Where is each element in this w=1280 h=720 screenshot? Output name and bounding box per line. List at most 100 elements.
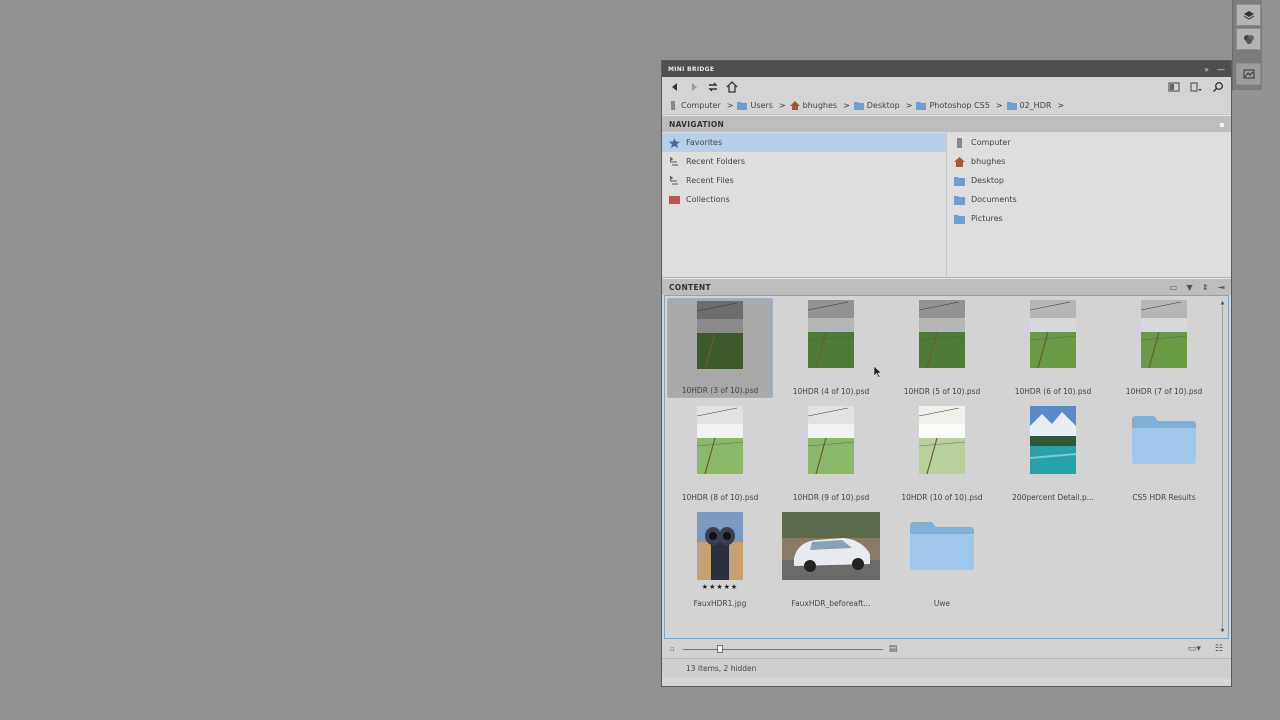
- breadcrumb-desktop[interactable]: Desktop >: [853, 100, 912, 110]
- rating-dots[interactable]: · · · · ·: [668, 372, 772, 380]
- folder-icon: [853, 101, 864, 110]
- tools-menu-icon[interactable]: [1189, 80, 1203, 94]
- breadcrumb-label: bhughes: [802, 100, 838, 110]
- thumbnail-item[interactable]: 200percent Detail.p...: [1000, 404, 1106, 504]
- breadcrumb-bhughes[interactable]: bhughes >: [789, 100, 850, 110]
- nav-item-label: Recent Files: [686, 176, 734, 185]
- status-text: 13 items, 2 hidden: [686, 664, 757, 673]
- view-mode-icon[interactable]: ▭▾: [1188, 644, 1201, 654]
- thumbnail-label: CS5 HDR Results: [1132, 493, 1196, 502]
- folder-icon: [916, 101, 927, 110]
- breadcrumb-computer[interactable]: Computer >: [668, 100, 733, 110]
- close-icon[interactable]: —: [1217, 65, 1225, 74]
- nav-item-label: Desktop: [971, 176, 1004, 185]
- thumbnail-item[interactable]: 10HDR (8 of 10).psd: [667, 404, 773, 504]
- navigation-pane: Favorites Recent Folders Recent Files Colle…: [662, 132, 1231, 278]
- navigation-left-column: Favorites Recent Folders Recent Files Colle…: [662, 132, 947, 277]
- sync-icon[interactable]: [706, 80, 720, 94]
- thumbnail-item[interactable]: 10HDR (10 of 10).psd: [889, 404, 995, 504]
- thumbnail-label: 10HDR (6 of 10).psd: [1014, 387, 1092, 396]
- mini-bridge-icon[interactable]: [1236, 63, 1261, 85]
- content-heading: CONTENT: [669, 282, 711, 292]
- thumbnail-item[interactable]: 10HDR (4 of 10).psd: [778, 298, 884, 398]
- thumbnail-label: Uwe: [933, 599, 951, 608]
- zoom-out-icon[interactable]: ▫: [670, 645, 675, 653]
- scroll-down-icon[interactable]: ▼: [1219, 628, 1226, 634]
- content-pane: · · · · · 10HDR (3 of 10).psd 10HDR (4 of…: [664, 295, 1229, 639]
- content-header: CONTENT ▭ ▼ ⇕ ⇥: [662, 278, 1231, 295]
- thumbnail-item[interactable]: FauxHDR_beforeaft...: [778, 510, 884, 610]
- collection-icon: [669, 195, 680, 204]
- sort-icon[interactable]: ▭: [1170, 283, 1178, 292]
- folder-icon: [1006, 101, 1017, 110]
- breadcrumb-hdr[interactable]: 02_HDR >: [1006, 101, 1064, 110]
- nav-item-pictures[interactable]: Pictures: [947, 209, 1231, 228]
- navigation-right-column: Computer bhughes Desktop Documents Pictures: [947, 132, 1231, 277]
- thumbnail-label: 10HDR (4 of 10).psd: [792, 387, 870, 396]
- mini-bridge-panel: MINI BRIDGE » — Computer > Users > bhughes…: [661, 60, 1232, 687]
- thumbnail-label: FauxHDR1.jpg: [693, 599, 747, 608]
- folder-icon: [908, 520, 976, 576]
- thumbnail-image: [696, 301, 744, 373]
- nav-item-label: Pictures: [971, 214, 1003, 223]
- nav-item-bhughes[interactable]: bhughes: [947, 152, 1231, 171]
- collapse-section-icon[interactable]: ▪: [1219, 120, 1225, 129]
- zoom-in-icon[interactable]: ▤: [889, 644, 898, 654]
- nav-item-recent-folders[interactable]: Recent Folders: [662, 152, 946, 171]
- thumbnail-image: [1029, 300, 1077, 372]
- thumbnail-label: FauxHDR_beforeaft...: [791, 599, 871, 608]
- rating-stars[interactable]: ★★★★★: [667, 583, 773, 591]
- thumbnail-image: [807, 300, 855, 372]
- filter-icon[interactable]: ▼: [1187, 283, 1193, 292]
- thumbnail-size-slider[interactable]: [682, 644, 883, 653]
- nav-item-recent-files[interactable]: Recent Files: [662, 171, 946, 190]
- nav-item-label: Recent Folders: [686, 157, 746, 166]
- thumbnail-item[interactable]: ★★★★★ FauxHDR1.jpg: [667, 510, 773, 610]
- thumbnail-label: 200percent Detail.p...: [1012, 493, 1094, 502]
- computer-icon: [957, 137, 962, 148]
- thumbnail-item[interactable]: 10HDR (7 of 10).psd: [1111, 298, 1217, 398]
- computer-icon: [671, 100, 675, 110]
- channels-icon[interactable]: [1236, 28, 1261, 50]
- panel-view-icon[interactable]: [1167, 80, 1181, 94]
- breadcrumb-label: Desktop: [866, 100, 900, 110]
- thumbnail-image: [918, 300, 966, 372]
- thumbnail-item[interactable]: 10HDR (5 of 10).psd: [889, 298, 995, 398]
- tools-icon[interactable]: ⇥: [1218, 283, 1225, 292]
- nav-item-documents[interactable]: Documents: [947, 190, 1231, 209]
- panel-toolbar: [662, 77, 1231, 96]
- breadcrumb-label: Photoshop CS5: [929, 100, 990, 110]
- vertical-scrollbar[interactable]: ▲ ▼: [1219, 300, 1226, 634]
- search-icon[interactable]: [1211, 80, 1225, 94]
- thumbnail-item[interactable]: · · · · · 10HDR (3 of 10).psd: [667, 298, 773, 398]
- forward-arrow-icon[interactable]: [687, 80, 701, 94]
- nav-item-desktop[interactable]: Desktop: [947, 171, 1231, 190]
- recent-icon: [669, 156, 678, 165]
- navigation-heading: NAVIGATION: [669, 119, 725, 129]
- thumbnail-label: 10HDR (5 of 10).psd: [903, 387, 981, 396]
- thumbnail-item[interactable]: 10HDR (9 of 10).psd: [778, 404, 884, 504]
- nav-item-computer[interactable]: Computer: [947, 133, 1231, 152]
- folder-icon: [737, 101, 748, 110]
- folder-item[interactable]: Uwe: [889, 510, 995, 610]
- thumbnail-item[interactable]: 10HDR (6 of 10).psd: [1000, 298, 1106, 398]
- back-arrow-icon[interactable]: [668, 80, 682, 94]
- breadcrumb-users[interactable]: Users >: [737, 100, 786, 110]
- nav-item-collections[interactable]: Collections: [662, 190, 946, 209]
- thumbnail-label: 10HDR (9 of 10).psd: [792, 493, 870, 502]
- thumbnail-image: [782, 512, 880, 584]
- layers-icon[interactable]: [1236, 4, 1261, 26]
- thumbnail-image: [696, 406, 744, 478]
- home-icon[interactable]: [725, 80, 739, 94]
- nav-item-label: bhughes: [971, 157, 1006, 166]
- sort-order-icon[interactable]: ⇕: [1202, 283, 1209, 292]
- breadcrumb-label: Computer: [681, 100, 721, 110]
- slider-knob[interactable]: [716, 644, 723, 653]
- nav-item-label: Documents: [971, 195, 1017, 204]
- breadcrumb-photoshop[interactable]: Photoshop CS5 >: [916, 100, 1003, 110]
- folder-item[interactable]: CS5 HDR Results: [1111, 404, 1217, 504]
- nav-item-favorites[interactable]: Favorites: [662, 133, 946, 152]
- breadcrumb-label: Users: [750, 100, 773, 110]
- list-view-icon[interactable]: ☷: [1215, 644, 1223, 654]
- collapse-icon[interactable]: »: [1204, 65, 1209, 74]
